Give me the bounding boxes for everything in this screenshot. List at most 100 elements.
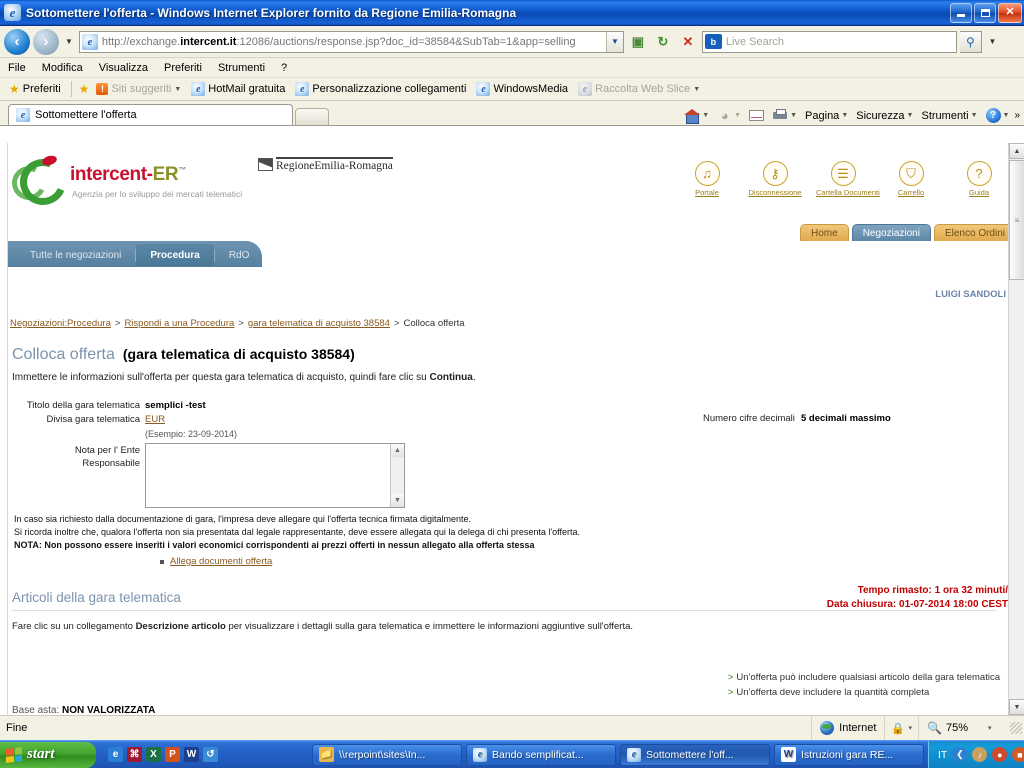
breadcrumb-item-negoziazioni-procedura[interactable]: Negoziazioni:Procedura [10, 318, 111, 329]
taskbar-item-istruzioni[interactable]: W Istruzioni gara RE... [774, 743, 924, 766]
chevron-down-icon[interactable]: ▾ [908, 724, 912, 732]
add-to-favorites-icon[interactable]: ★ [79, 82, 90, 96]
url-bar[interactable]: e http://exchange.intercent.it:12086/auc… [78, 30, 624, 53]
tools-menu-label: Strumenti [921, 109, 969, 122]
scrollbar-thumb[interactable]: ≡ [1009, 160, 1024, 280]
taskbar-item-bando[interactable]: e Bando semplificat... [466, 743, 616, 766]
volume-tray-icon[interactable]: ♪ [972, 747, 988, 762]
nav-tab-home[interactable]: Home [800, 224, 849, 241]
menu-item-modifica[interactable]: Modifica [42, 62, 83, 74]
breadcrumb-item-colloca-offerta: Colloca offerta [403, 318, 465, 329]
ie-quicklaunch-icon[interactable]: e [108, 747, 123, 762]
excel-quicklaunch-icon[interactable]: X [146, 747, 161, 762]
recent-pages-dropdown-icon[interactable]: ▼ [62, 37, 76, 46]
suggested-sites-button[interactable]: ! Siti suggeriti ▼ [93, 83, 184, 95]
allega-documenti-link[interactable]: Allega documenti offerta [170, 556, 272, 567]
breadcrumb-item-rispondi[interactable]: Rispondi a una Procedura [124, 318, 234, 329]
antivirus-tray-icon[interactable]: ● [992, 747, 1008, 762]
favorite-label: Raccolta Web Slice [595, 83, 691, 95]
menu-item-preferiti[interactable]: Preferiti [164, 62, 202, 74]
messenger-tray-icon[interactable]: ❮ [952, 747, 968, 762]
refresh-button[interactable]: ↻ [652, 31, 674, 53]
favorite-hotmail[interactable]: e HotMail gratuita [188, 82, 288, 96]
favorites-button[interactable]: ★ Preferiti [6, 82, 64, 96]
security-menu-button[interactable]: Sicurezza ▼ [853, 110, 916, 122]
legal-nota-mid: in nessun allegato alla [374, 540, 476, 550]
chevron-down-icon[interactable]: ▼ [790, 112, 797, 119]
start-button[interactable]: start [0, 741, 96, 768]
print-button[interactable]: ▼ [769, 109, 800, 122]
field-label-divisa: Divisa gara telematica [46, 414, 140, 425]
nota-ente-textarea[interactable] [146, 444, 390, 507]
chevron-down-icon[interactable]: ▼ [702, 112, 709, 119]
search-input[interactable]: Live Search [726, 36, 784, 48]
powerpoint-quicklaunch-icon[interactable]: P [165, 747, 180, 762]
acrobat-quicklaunch-icon[interactable]: ⌘ [127, 747, 142, 762]
read-mail-button[interactable] [746, 110, 767, 121]
scroll-down-icon[interactable]: ▼ [391, 494, 404, 507]
page-scrollbar[interactable]: ▲ ≡ ▼ [1008, 143, 1024, 715]
header-link-guida[interactable]: ? Guida [952, 161, 1006, 197]
minimize-button[interactable] [950, 2, 972, 23]
nav-tab-negoziazioni[interactable]: Negoziazioni [851, 224, 931, 241]
scroll-down-icon[interactable]: ▼ [1009, 699, 1024, 715]
compatibility-view-icon[interactable]: ▣ [627, 31, 649, 53]
sub-tab-rdo[interactable]: RdO [215, 250, 264, 261]
header-link-carrello[interactable]: ⛉ Carrello [884, 161, 938, 197]
refresh-quicklaunch-icon[interactable]: ↺ [203, 747, 218, 762]
search-go-icon[interactable]: ⚲ [959, 30, 982, 53]
breadcrumb-item-gara[interactable]: gara telematica di acquisto 38584 [248, 318, 390, 329]
close-button[interactable]: ✕ [998, 2, 1022, 23]
maximize-button[interactable] [974, 2, 996, 23]
tools-menu-button[interactable]: Strumenti ▼ [918, 110, 980, 122]
header-link-disconnessione[interactable]: ⚷ Disconnessione [748, 161, 802, 197]
resize-grip-icon[interactable] [1010, 722, 1022, 734]
menu-item-help[interactable]: ? [281, 62, 287, 74]
favorite-label: HotMail gratuita [208, 83, 286, 95]
header-link-portale[interactable]: ♫ Portale [680, 161, 734, 197]
scroll-up-icon[interactable]: ▲ [1009, 143, 1024, 159]
chevron-right-icon: > [727, 672, 734, 683]
taskbar-item-sottomettere[interactable]: e Sottomettere l'off... [620, 743, 770, 766]
rss-icon: ◕ [720, 108, 729, 123]
favorite-windowsmedia[interactable]: e WindowsMedia [473, 82, 571, 96]
security-zone-indicator[interactable]: Internet [811, 716, 884, 740]
regione-flag-icon [258, 158, 273, 171]
chevron-right-icon: > [727, 687, 734, 698]
header-link-label: Portale [695, 188, 719, 197]
chevron-down-icon[interactable]: ▾ [988, 724, 992, 732]
search-box[interactable]: b Live Search [701, 30, 957, 53]
url-dropdown-icon[interactable]: ▼ [605, 31, 623, 52]
command-bar-overflow[interactable]: » [1014, 110, 1020, 121]
network-tray-icon[interactable]: ■ [1012, 747, 1024, 762]
nav-tab-elenco-ordini[interactable]: Elenco Ordini [933, 224, 1016, 241]
page-menu-button[interactable]: Pagina ▼ [802, 110, 851, 122]
favorite-webslice[interactable]: e Raccolta Web Slice ▼ [575, 82, 703, 96]
forward-button[interactable]: › [33, 28, 59, 55]
chevron-down-icon[interactable]: ▼ [734, 112, 741, 119]
favorite-personalizzazione[interactable]: e Personalizzazione collegamenti [292, 82, 469, 96]
new-tab-button[interactable] [295, 108, 329, 125]
feeds-button[interactable]: ◕ ▼ [714, 108, 744, 123]
browser-tab-sottomettere[interactable]: e Sottomettere l'offerta [8, 104, 293, 125]
back-button[interactable]: ‹ [4, 28, 30, 55]
language-indicator[interactable]: IT [938, 749, 947, 761]
textarea-scrollbar[interactable]: ▲ ▼ [390, 444, 404, 507]
search-options-dropdown-icon[interactable]: ▼ [985, 31, 1000, 53]
home-button[interactable]: ▼ [681, 108, 712, 124]
field-value-divisa[interactable]: EUR [145, 414, 165, 425]
sub-tab-tutte-le-negoziazioni[interactable]: Tutte le negoziazioni [16, 250, 135, 261]
taskbar-item-rerpoint[interactable]: 📁 \\rerpoint\sites\In... [312, 743, 462, 766]
ie-icon: e [476, 82, 491, 96]
stop-button[interactable]: ✕ [677, 31, 699, 53]
scroll-up-icon[interactable]: ▲ [391, 444, 404, 457]
menu-item-file[interactable]: File [8, 62, 26, 74]
menu-item-strumenti[interactable]: Strumenti [218, 62, 265, 74]
sub-tab-procedura[interactable]: Procedura [136, 244, 214, 266]
header-link-cartella-documenti[interactable]: ☰ Cartella Documenti [816, 161, 880, 197]
zoom-control[interactable]: 🔍 75% ▾ [918, 716, 1010, 740]
protected-mode-indicator[interactable]: 🔒 ▾ [884, 716, 918, 740]
word-quicklaunch-icon[interactable]: W [184, 747, 199, 762]
menu-item-visualizza[interactable]: Visualizza [99, 62, 148, 74]
help-menu-button[interactable]: ? ▼ [983, 108, 1013, 123]
